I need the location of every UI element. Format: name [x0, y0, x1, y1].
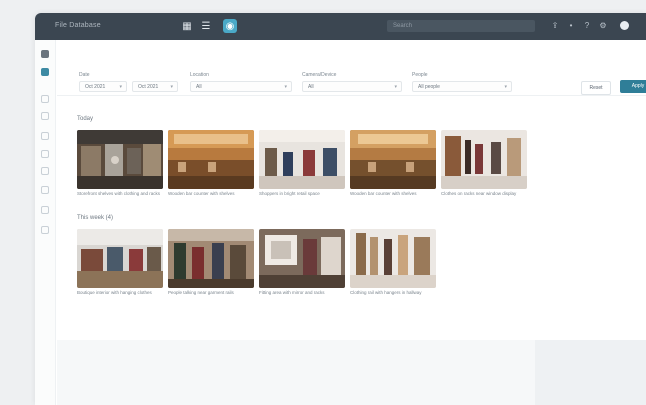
filter-bar: Date Oct 2021 ▾ Oct 2021 ▾ Location All ▾ C… [57, 40, 646, 96]
location-filter-label: Location [190, 72, 209, 78]
photo-card[interactable]: Shoppers in bright retail space [259, 130, 345, 203]
photo-card[interactable]: Boutique interior with hanging clothes [77, 229, 163, 302]
photo-caption: Boutique interior with hanging clothes [77, 290, 152, 295]
photo-caption: Shoppers in bright retail space [259, 191, 320, 196]
chevron-down-icon: ▾ [504, 84, 507, 90]
chevron-down-icon: ▾ [170, 84, 173, 90]
photo-card[interactable]: Fitting area with mirror and racks [259, 229, 345, 302]
people-icon[interactable] [41, 112, 49, 120]
photo-thumbnail[interactable] [350, 130, 436, 189]
albums-icon[interactable] [41, 95, 49, 103]
photo-caption: Clothes on racks near window display [441, 191, 517, 196]
photo-caption: People talking near garment rails [168, 290, 234, 295]
photo-card[interactable]: Storefront shelves with clothing and rac… [77, 130, 163, 203]
people-filter-label: People [412, 72, 428, 78]
date-from-value: Oct 2021 [85, 84, 106, 90]
chevron-down-icon: ▾ [394, 84, 397, 90]
map-view-icon[interactable]: ◉ [223, 19, 237, 33]
left-rail [35, 40, 56, 405]
home-icon[interactable] [41, 50, 49, 58]
main-content: Date Oct 2021 ▾ Oct 2021 ▾ Location All ▾ C… [57, 40, 646, 405]
location-select[interactable]: All ▾ [190, 81, 292, 92]
help-icon[interactable]: ? [582, 20, 592, 32]
settings-icon[interactable]: ⚙ [598, 20, 608, 32]
date-to-value: Oct 2021 [138, 84, 159, 90]
photo-thumbnail[interactable] [259, 229, 345, 288]
date-from-select[interactable]: Oct 2021 ▾ [79, 81, 127, 92]
side-panel [535, 340, 646, 405]
people-value: All people [418, 84, 440, 90]
folder-icon[interactable] [41, 186, 49, 194]
reset-button[interactable]: Reset [581, 81, 611, 95]
app-title: File Database [55, 22, 101, 29]
date-to-select[interactable]: Oct 2021 ▾ [132, 81, 178, 92]
top-bar: File Database ▦ ☰ ◉ Search ⇪ • ? ⚙ [35, 13, 646, 40]
empty-area [57, 340, 535, 405]
chevron-down-icon: ▾ [284, 84, 287, 90]
upload-icon[interactable]: ⇪ [550, 20, 560, 32]
bell-icon[interactable]: • [566, 20, 576, 32]
trash-icon[interactable] [41, 226, 49, 234]
tags-icon[interactable] [41, 150, 49, 158]
section-title-this-week: This week (4) [77, 215, 114, 221]
date-filter-label: Date [79, 72, 90, 78]
app-window: File Database ▦ ☰ ◉ Search ⇪ • ? ⚙ Date … [35, 13, 646, 405]
apply-button[interactable]: Apply [620, 80, 646, 93]
photo-thumbnail[interactable] [77, 229, 163, 288]
photo-card[interactable]: Clothes on racks near window display [441, 130, 527, 203]
photo-thumbnail[interactable] [259, 130, 345, 189]
camera-select[interactable]: All ▾ [302, 81, 402, 92]
photos-icon[interactable] [41, 68, 49, 76]
photo-thumbnail[interactable] [77, 130, 163, 189]
photo-card[interactable]: People talking near garment rails [168, 229, 254, 302]
photo-thumbnail[interactable] [350, 229, 436, 288]
photo-card[interactable]: Wooden bar counter with shelves [350, 130, 436, 203]
share-icon[interactable] [41, 167, 49, 175]
people-select[interactable]: All people ▾ [412, 81, 512, 92]
photo-caption: Wooden bar counter with shelves [168, 191, 235, 196]
photo-thumbnail[interactable] [168, 130, 254, 189]
photo-caption: Fitting area with mirror and racks [259, 290, 325, 295]
places-icon[interactable] [41, 132, 49, 140]
photo-caption: Clothing rail with hangers in hallway [350, 290, 422, 295]
photo-caption: Wooden bar counter with shelves [350, 191, 417, 196]
grid-view-icon[interactable]: ▦ [180, 19, 194, 33]
photo-thumbnail[interactable] [441, 130, 527, 189]
list-view-icon[interactable]: ☰ [199, 19, 213, 33]
photo-thumbnail[interactable] [168, 229, 254, 288]
chevron-down-icon: ▾ [119, 84, 122, 90]
photo-card[interactable]: Clothing rail with hangers in hallway [350, 229, 436, 302]
photo-card[interactable]: Wooden bar counter with shelves [168, 130, 254, 203]
camera-value: All [308, 84, 314, 90]
archive-icon[interactable] [41, 206, 49, 214]
search-input[interactable]: Search [387, 20, 535, 32]
location-value: All [196, 84, 202, 90]
section-title-today: Today [77, 116, 94, 122]
avatar[interactable] [620, 21, 629, 30]
camera-filter-label: Camera/Device [302, 72, 337, 78]
photo-caption: Storefront shelves with clothing and rac… [77, 191, 161, 196]
